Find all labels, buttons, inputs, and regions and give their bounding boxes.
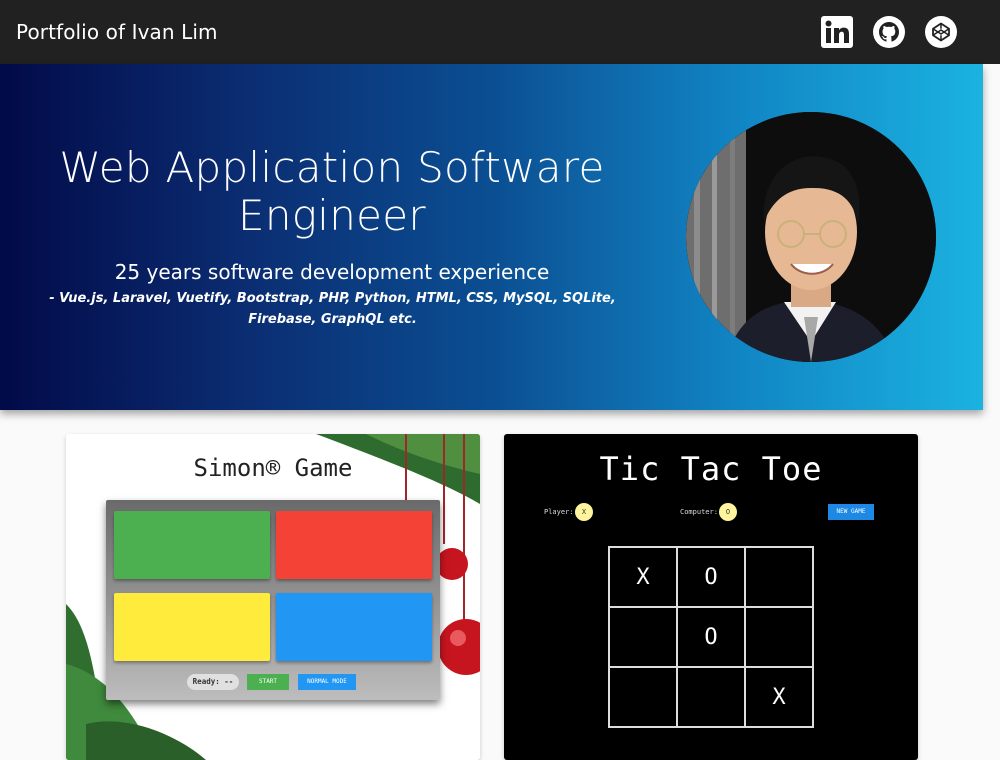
linkedin-icon[interactable]	[821, 16, 853, 48]
simon-mode-button: NORMAL MODE	[298, 674, 356, 690]
hero-banner: Web Application Software Engineer 25 yea…	[0, 64, 983, 410]
project-card-tictactoe[interactable]: Tic Tac Toe Player: X Computer: O NEW GA…	[504, 434, 918, 760]
project-card-simon[interactable]: Simon® Game Ready: -- START NORMAL MODE	[66, 434, 480, 760]
hero-headline: Web Application Software Engineer	[59, 143, 605, 240]
board-cell	[745, 607, 813, 667]
board-cell: X	[609, 547, 677, 607]
tictactoe-board: X O O X	[608, 546, 814, 728]
board-cell	[609, 607, 677, 667]
simon-pad-blue	[276, 593, 432, 661]
simon-pad-red	[276, 511, 432, 579]
simon-title: Simon® Game	[193, 454, 353, 482]
new-game-button: NEW GAME	[828, 504, 874, 520]
profile-photo	[686, 112, 936, 362]
player-label: Player:	[544, 508, 574, 516]
simon-pad-green	[114, 511, 270, 579]
board-cell	[609, 667, 677, 727]
computer-label: Computer:	[680, 508, 718, 516]
social-links	[821, 16, 957, 48]
board-cell: O	[677, 607, 745, 667]
tech-stack-list: - Vue.js, Laravel, Vuetify, Bootstrap, P…	[49, 291, 616, 327]
simon-board: Ready: -- START NORMAL MODE	[106, 500, 440, 700]
board-cell: X	[745, 667, 813, 727]
codepen-icon[interactable]	[925, 16, 957, 48]
board-cell: O	[677, 547, 745, 607]
top-app-bar: Portfolio of Ivan Lim	[0, 0, 1000, 64]
hero-subheadline: 25 years software development experience	[114, 260, 550, 284]
computer-mark-chip: O	[719, 503, 737, 521]
simon-pad-yellow	[114, 593, 270, 661]
github-icon[interactable]	[873, 16, 905, 48]
player-mark-chip: X	[575, 503, 593, 521]
tictactoe-title: Tic Tac Toe	[599, 450, 823, 488]
simon-ready-indicator: Ready: --	[187, 674, 239, 690]
board-cell	[745, 547, 813, 607]
board-cell	[677, 667, 745, 727]
site-title: Portfolio of Ivan Lim	[16, 20, 218, 44]
simon-start-button: START	[247, 674, 289, 690]
